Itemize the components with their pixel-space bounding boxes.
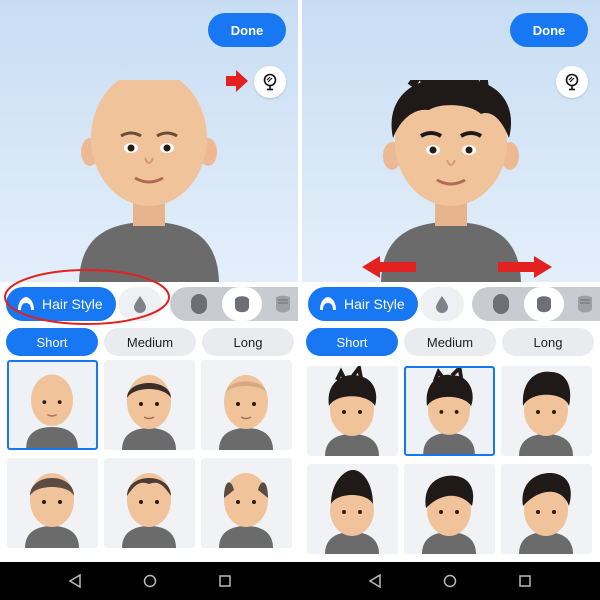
filter-medium[interactable]: Medium <box>104 328 196 356</box>
head-shape-icon <box>191 294 207 314</box>
avatar-thumbnail <box>122 473 176 548</box>
done-button[interactable]: Done <box>510 13 588 47</box>
tab-hair-color[interactable] <box>420 287 464 321</box>
system-navigation-bar <box>0 562 600 600</box>
home-button[interactable] <box>141 572 159 590</box>
hairstyle-option[interactable] <box>104 458 195 548</box>
tab-head-shape-3[interactable] <box>266 287 298 321</box>
head-shape-icon <box>493 294 509 314</box>
filter-long[interactable]: Long <box>502 328 594 356</box>
right-screen: Done Hair Style Short Medium Long <box>302 0 600 562</box>
head-shape-icon <box>578 295 592 313</box>
home-icon <box>143 574 157 588</box>
filter-long[interactable]: Long <box>202 328 294 356</box>
swipe-arrows <box>362 256 552 278</box>
mirror-button[interactable] <box>556 66 588 98</box>
annotation-circle <box>4 269 170 325</box>
hairstyle-option[interactable] <box>307 464 398 554</box>
hairstyle-option[interactable] <box>201 458 292 548</box>
hair-icon <box>320 297 336 310</box>
hairstyle-option[interactable] <box>104 360 195 450</box>
hairstyle-option[interactable] <box>7 360 98 450</box>
recents-button[interactable] <box>516 572 534 590</box>
tab-head-shape-1[interactable] <box>182 287 216 321</box>
hair-color-icon <box>436 296 448 313</box>
hairstyle-option[interactable] <box>307 366 398 456</box>
head-shape-icon <box>235 296 249 313</box>
hairstyle-option[interactable] <box>201 360 292 450</box>
avatar-thumbnail <box>422 475 476 554</box>
tab-hair-style-label: Hair Style <box>344 296 405 312</box>
hairstyle-option[interactable] <box>501 464 592 554</box>
hairstyle-option[interactable] <box>404 366 495 456</box>
avatar-thumbnail <box>25 473 79 548</box>
avatar-thumbnail <box>325 470 379 554</box>
tab-head-shape-3[interactable] <box>568 287 600 321</box>
category-toolbar: Hair Style <box>302 284 600 324</box>
recents-icon <box>519 575 531 587</box>
head-shape-tabs <box>472 287 600 321</box>
recents-icon <box>219 575 231 587</box>
back-button[interactable] <box>66 572 84 590</box>
mirror-button[interactable] <box>254 66 286 98</box>
avatar-preview: Done <box>0 0 298 282</box>
filter-short[interactable]: Short <box>306 328 398 356</box>
tab-hair-style[interactable]: Hair Style <box>308 287 418 321</box>
avatar-thumbnail <box>122 375 176 450</box>
back-button[interactable] <box>366 572 384 590</box>
tab-head-shape-2[interactable] <box>524 287 564 321</box>
avatar-thumbnail <box>219 375 273 450</box>
back-icon <box>368 574 381 588</box>
avatar-thumbnail <box>519 371 573 456</box>
mirror-icon <box>263 73 277 91</box>
home-icon <box>443 574 457 588</box>
tab-head-shape-2[interactable] <box>222 287 262 321</box>
head-shape-icon <box>276 295 290 313</box>
hairstyle-option[interactable] <box>501 366 592 456</box>
avatar-thumbnail <box>219 473 273 548</box>
avatar-thumbnail <box>26 374 78 448</box>
recents-button[interactable] <box>216 572 234 590</box>
length-filters: Short Medium Long <box>302 326 600 358</box>
hairstyle-option[interactable] <box>7 458 98 548</box>
filter-short[interactable]: Short <box>6 328 98 356</box>
back-icon <box>68 574 81 588</box>
done-button[interactable]: Done <box>208 13 286 47</box>
head-shape-icon <box>537 296 551 313</box>
avatar-thumbnail <box>519 473 573 554</box>
left-screen: Done Hair Style Short Medium Long <box>0 0 298 562</box>
avatar-thumbnail <box>423 368 475 454</box>
home-button[interactable] <box>441 572 459 590</box>
hairstyle-option[interactable] <box>404 464 495 554</box>
head-shape-tabs <box>170 287 298 321</box>
avatar-preview: Done <box>302 0 600 282</box>
length-filters: Short Medium Long <box>0 326 298 358</box>
avatar-thumbnail <box>325 366 379 456</box>
mirror-icon <box>565 73 579 91</box>
tab-head-shape-1[interactable] <box>484 287 518 321</box>
avatar-bald <box>79 80 219 282</box>
annotation-arrow <box>226 70 248 92</box>
avatar-with-hair <box>381 80 521 282</box>
filter-medium[interactable]: Medium <box>404 328 496 356</box>
